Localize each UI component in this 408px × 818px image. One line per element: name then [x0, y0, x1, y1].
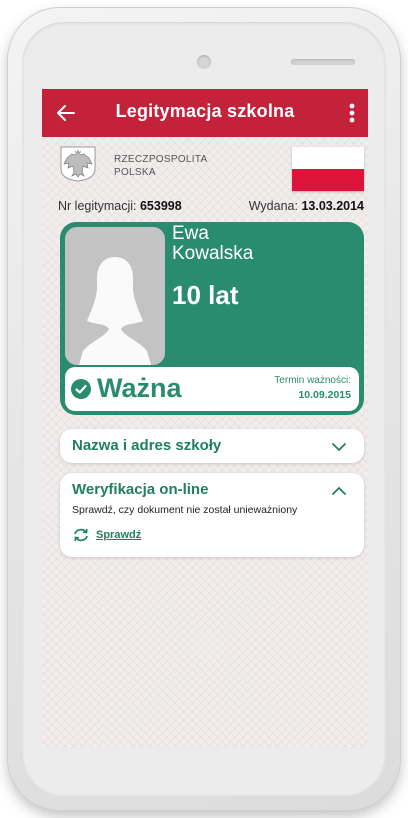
app-bar: Legitymacja szkolna	[42, 89, 368, 137]
chevron-up-icon[interactable]	[332, 486, 346, 496]
flag-white-stripe	[292, 147, 364, 169]
verification-description: Sprawdź, czy dokument nie został unieważ…	[72, 504, 298, 516]
issued-date-value: 13.03.2014	[301, 199, 364, 213]
verification-section: Weryfikacja on-line Sprawdź, czy dokumen…	[60, 473, 364, 557]
refresh-icon	[74, 528, 88, 542]
id-number-block: Nr legitymacji: 653998	[58, 199, 182, 213]
valid-until-label: Termin ważności:	[274, 375, 351, 386]
more-menu-button[interactable]	[340, 99, 364, 127]
chevron-down-icon	[332, 443, 346, 452]
student-age: 10 lat	[172, 280, 239, 310]
app-screen: Legitymacja szkolna RZECZPOSPOLITA POLSK…	[42, 89, 368, 749]
card-meta-row: Nr legitymacji: 653998 Wydana: 13.03.201…	[58, 199, 364, 213]
verify-link[interactable]: Sprawdź	[72, 528, 141, 542]
verification-section-title[interactable]: Weryfikacja on-line	[72, 481, 208, 498]
id-number-value: 653998	[139, 199, 182, 213]
student-photo	[65, 227, 165, 365]
flag-red-stripe	[292, 169, 364, 191]
id-number-label: Nr legitymacji:	[58, 199, 137, 213]
student-last-name: Kowalska	[172, 243, 254, 264]
student-name: Ewa Kowalska	[172, 224, 253, 264]
student-first-name: Ewa	[172, 223, 209, 244]
eagle-emblem-icon	[60, 146, 96, 182]
valid-until-date: 10.09.2015	[298, 389, 351, 401]
validity-status-bar: Ważna Termin ważności: 10.09.2015	[65, 367, 359, 411]
student-id-card: Ewa Kowalska 10 lat Ważna Termin ważnośc…	[60, 222, 364, 415]
app-title: Legitymacja szkolna	[115, 101, 295, 121]
polish-flag	[292, 147, 364, 191]
issued-label: Wydana:	[248, 199, 298, 213]
issued-block: Wydana: 13.03.2014	[249, 199, 364, 213]
country-line-1: RZECZPOSPOLITA	[114, 154, 208, 165]
person-silhouette-icon	[79, 257, 151, 365]
verify-link-label: Sprawdź	[96, 529, 142, 541]
country-line-2: POLSKA	[114, 167, 156, 178]
school-section[interactable]: Nazwa i adres szkoły	[60, 429, 364, 463]
front-camera	[197, 55, 211, 69]
school-section-title: Nazwa i adres szkoły	[72, 437, 222, 454]
earpiece-speaker	[291, 59, 355, 65]
country-name: RZECZPOSPOLITA POLSKA	[114, 153, 207, 179]
check-circle-icon	[71, 379, 91, 399]
validity-status: Ważna	[97, 373, 182, 403]
more-vert-icon	[349, 103, 355, 123]
